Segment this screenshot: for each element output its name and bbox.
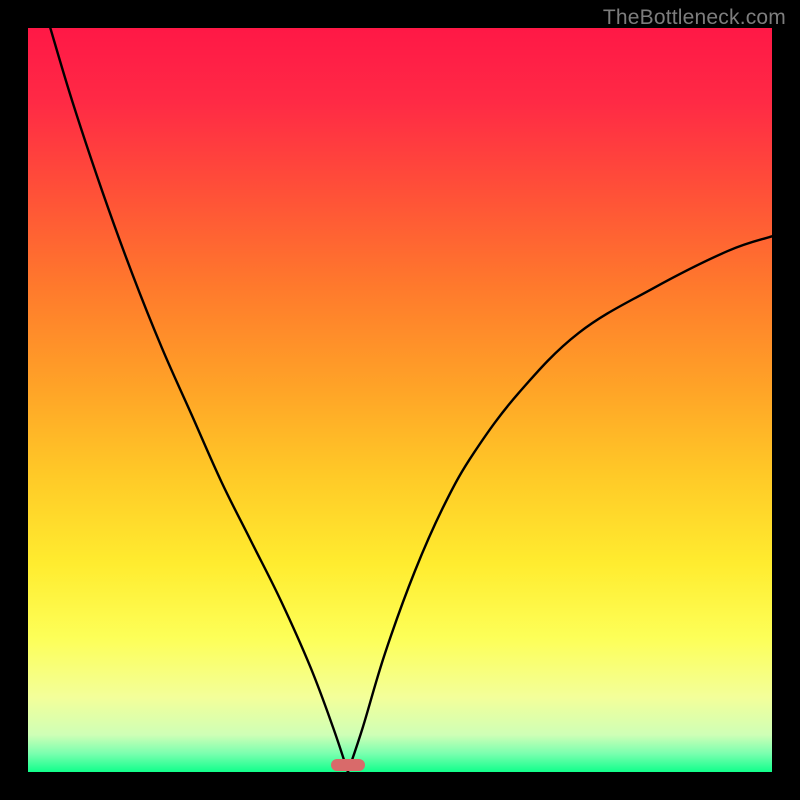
sweet-spot-marker <box>331 759 365 771</box>
watermark-label: TheBottleneck.com <box>603 6 786 30</box>
chart-frame: TheBottleneck.com <box>0 0 800 800</box>
plot-area <box>28 28 772 772</box>
background-gradient <box>28 28 772 772</box>
